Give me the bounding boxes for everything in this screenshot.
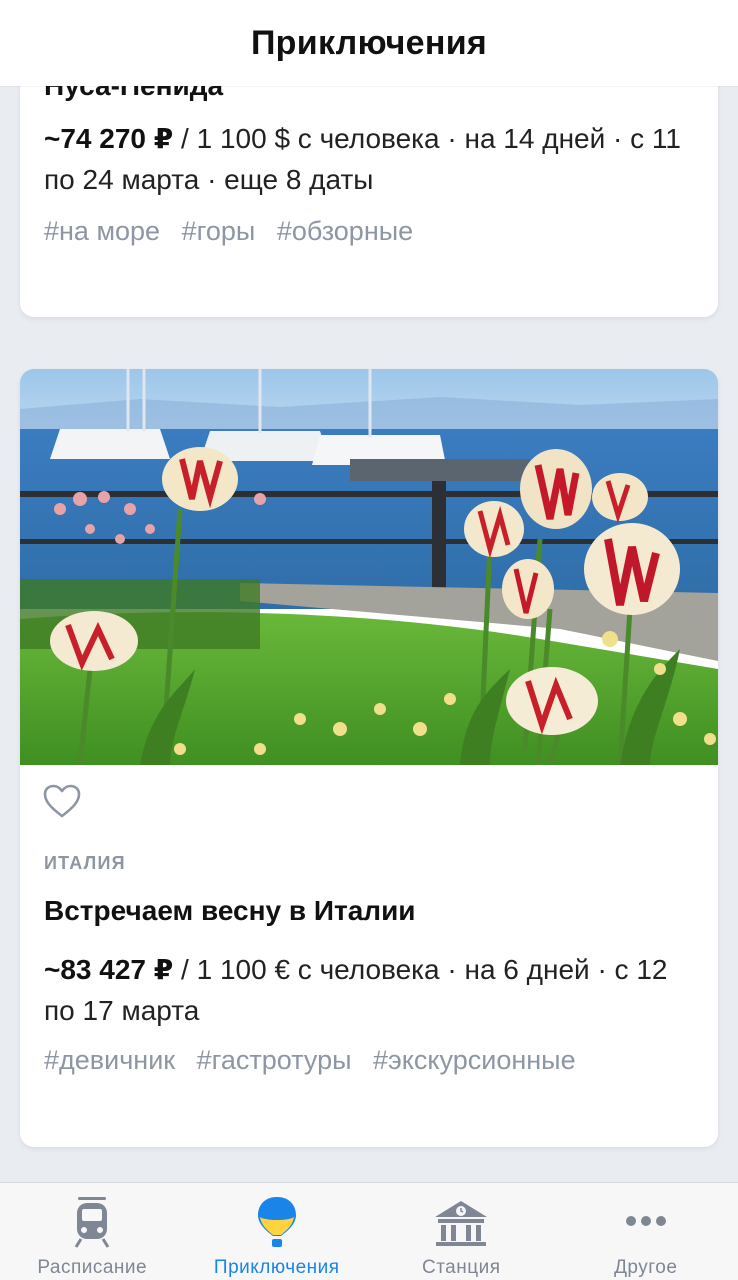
tag[interactable]: #гастротуры	[197, 1045, 352, 1075]
tag[interactable]: #девичник	[44, 1045, 175, 1075]
price-main: ~83 427 ₽	[44, 954, 174, 985]
station-icon	[435, 1201, 488, 1246]
tab-schedule[interactable]: Расписание	[0, 1183, 185, 1280]
balloon-icon	[257, 1197, 296, 1247]
tag[interactable]: #экскурсионные	[373, 1045, 576, 1075]
train-icon	[74, 1197, 110, 1248]
tab-label: Другое	[614, 1257, 678, 1278]
page-title: Приключения	[250, 23, 488, 62]
price-main: ~74 270 ₽	[44, 123, 174, 154]
tab-label: Приключения	[213, 1257, 340, 1278]
tour-price: ~83 427 ₽ / 1 100 € с человека · на 6 дн…	[44, 949, 704, 1031]
tab-adventures[interactable]: Приключения	[185, 1183, 370, 1280]
tour-tags: #на море #горы #обзорные	[44, 216, 427, 247]
tab-more[interactable]: Другое	[554, 1183, 738, 1280]
tour-country: ИТАЛИЯ	[44, 853, 126, 873]
tab-label: Расписание	[37, 1257, 148, 1278]
heart-outline-icon[interactable]	[42, 783, 82, 819]
tour-card[interactable]: ИТАЛИЯ Встречаем весну в Италии ~83 427 …	[20, 369, 718, 1147]
tag[interactable]: #на море	[44, 216, 160, 246]
tab-station[interactable]: Станция	[369, 1183, 554, 1280]
tour-photo	[20, 369, 718, 765]
tour-price: ~74 270 ₽ / 1 100 $ с человека · на 14 д…	[44, 118, 704, 200]
tag[interactable]: #горы	[182, 216, 256, 246]
top-bar: Приключения	[0, 0, 738, 86]
tab-label: Станция	[421, 1257, 501, 1278]
more-icon	[625, 1216, 666, 1226]
tour-title: Встречаем весну в Италии	[44, 895, 416, 926]
tag[interactable]: #обзорные	[277, 216, 413, 246]
tour-tags: #девичник #гастротуры #экскурсионные	[44, 1045, 590, 1076]
bottom-tab-bar: Расписание Приключения Станция Другое	[0, 1182, 738, 1280]
